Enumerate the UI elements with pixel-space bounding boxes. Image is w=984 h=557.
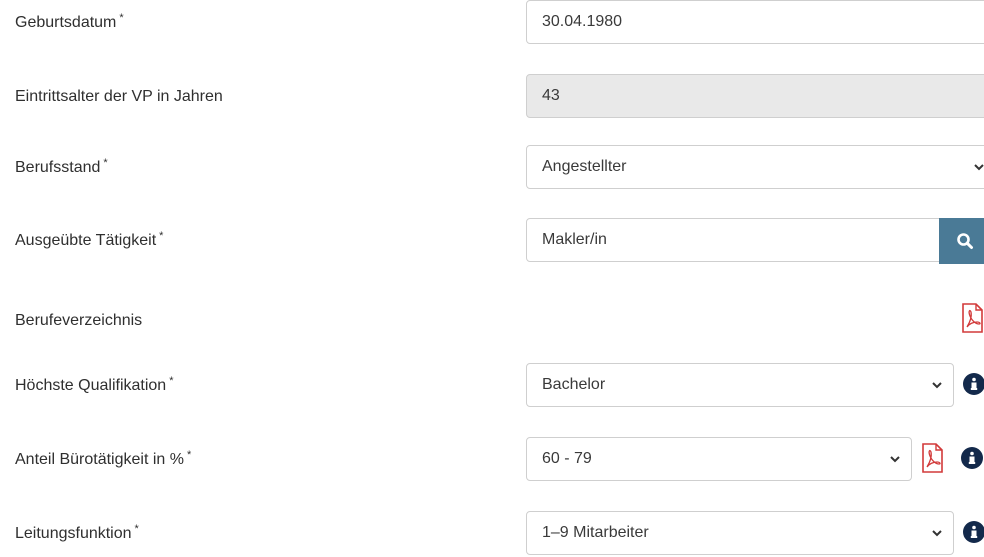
- occupation-input[interactable]: Makler/in: [526, 218, 940, 262]
- qualification-label: Höchste Qualifikation *: [15, 375, 174, 394]
- entry-age-label: Eintrittsalter der VP in Jahren: [15, 88, 223, 105]
- pdf-icon[interactable]: [921, 443, 943, 473]
- chevron-down-icon: [932, 382, 942, 389]
- required-marker: *: [103, 157, 108, 169]
- profession-status-value: Angestellter: [542, 158, 627, 175]
- leadership-value: 1–9 Mitarbeiter: [542, 524, 649, 541]
- chevron-down-icon: [890, 456, 900, 463]
- qualification-row: Höchste Qualifikation * Bachelor: [0, 363, 984, 409]
- occupation-row: Ausgeübte Tätigkeit * Makler/in: [0, 218, 984, 264]
- occupation-label: Ausgeübte Tätigkeit *: [15, 230, 164, 249]
- pdf-icon[interactable]: [961, 303, 983, 333]
- entry-age-row: Eintrittsalter der VP in Jahren 43: [0, 74, 984, 120]
- chevron-down-icon: [974, 164, 984, 171]
- office-share-label: Anteil Bürotätigkeit in % *: [15, 449, 192, 468]
- chevron-down-icon: [932, 530, 942, 537]
- entry-age-field: 43: [526, 74, 984, 118]
- required-marker: *: [186, 449, 192, 461]
- office-share-value: 60 - 79: [542, 450, 592, 467]
- info-icon[interactable]: [963, 373, 984, 395]
- search-icon: [957, 233, 973, 249]
- qualification-value: Bachelor: [542, 376, 606, 393]
- info-icon[interactable]: [963, 521, 984, 543]
- profession-status-select[interactable]: Angestellter: [526, 145, 984, 189]
- leadership-label: Leitungsfunktion *: [15, 523, 139, 542]
- office-share-select[interactable]: 60 - 79: [526, 437, 912, 481]
- office-share-row: Anteil Bürotätigkeit in % * 60 - 79: [0, 437, 984, 483]
- profession-status-label: Berufsstand *: [15, 157, 108, 176]
- birthdate-row: Geburtsdatum * 30.04.1980: [0, 0, 984, 46]
- required-marker: *: [159, 230, 164, 242]
- directory-label: Berufeverzeichnis: [15, 312, 143, 329]
- profession-status-row: Berufsstand * Angestellter: [0, 145, 984, 191]
- info-icon[interactable]: [961, 447, 983, 469]
- required-marker: *: [169, 375, 174, 387]
- required-marker: *: [119, 12, 124, 24]
- search-button[interactable]: [939, 218, 984, 264]
- birthdate-input[interactable]: 30.04.1980: [526, 0, 984, 44]
- qualification-select[interactable]: Bachelor: [526, 363, 954, 407]
- birthdate-label: Geburtsdatum *: [15, 12, 124, 31]
- directory-row: Berufeverzeichnis: [0, 298, 984, 344]
- leadership-select[interactable]: 1–9 Mitarbeiter: [526, 511, 954, 555]
- required-marker: *: [134, 523, 139, 535]
- leadership-row: Leitungsfunktion * 1–9 Mitarbeiter: [0, 511, 984, 557]
